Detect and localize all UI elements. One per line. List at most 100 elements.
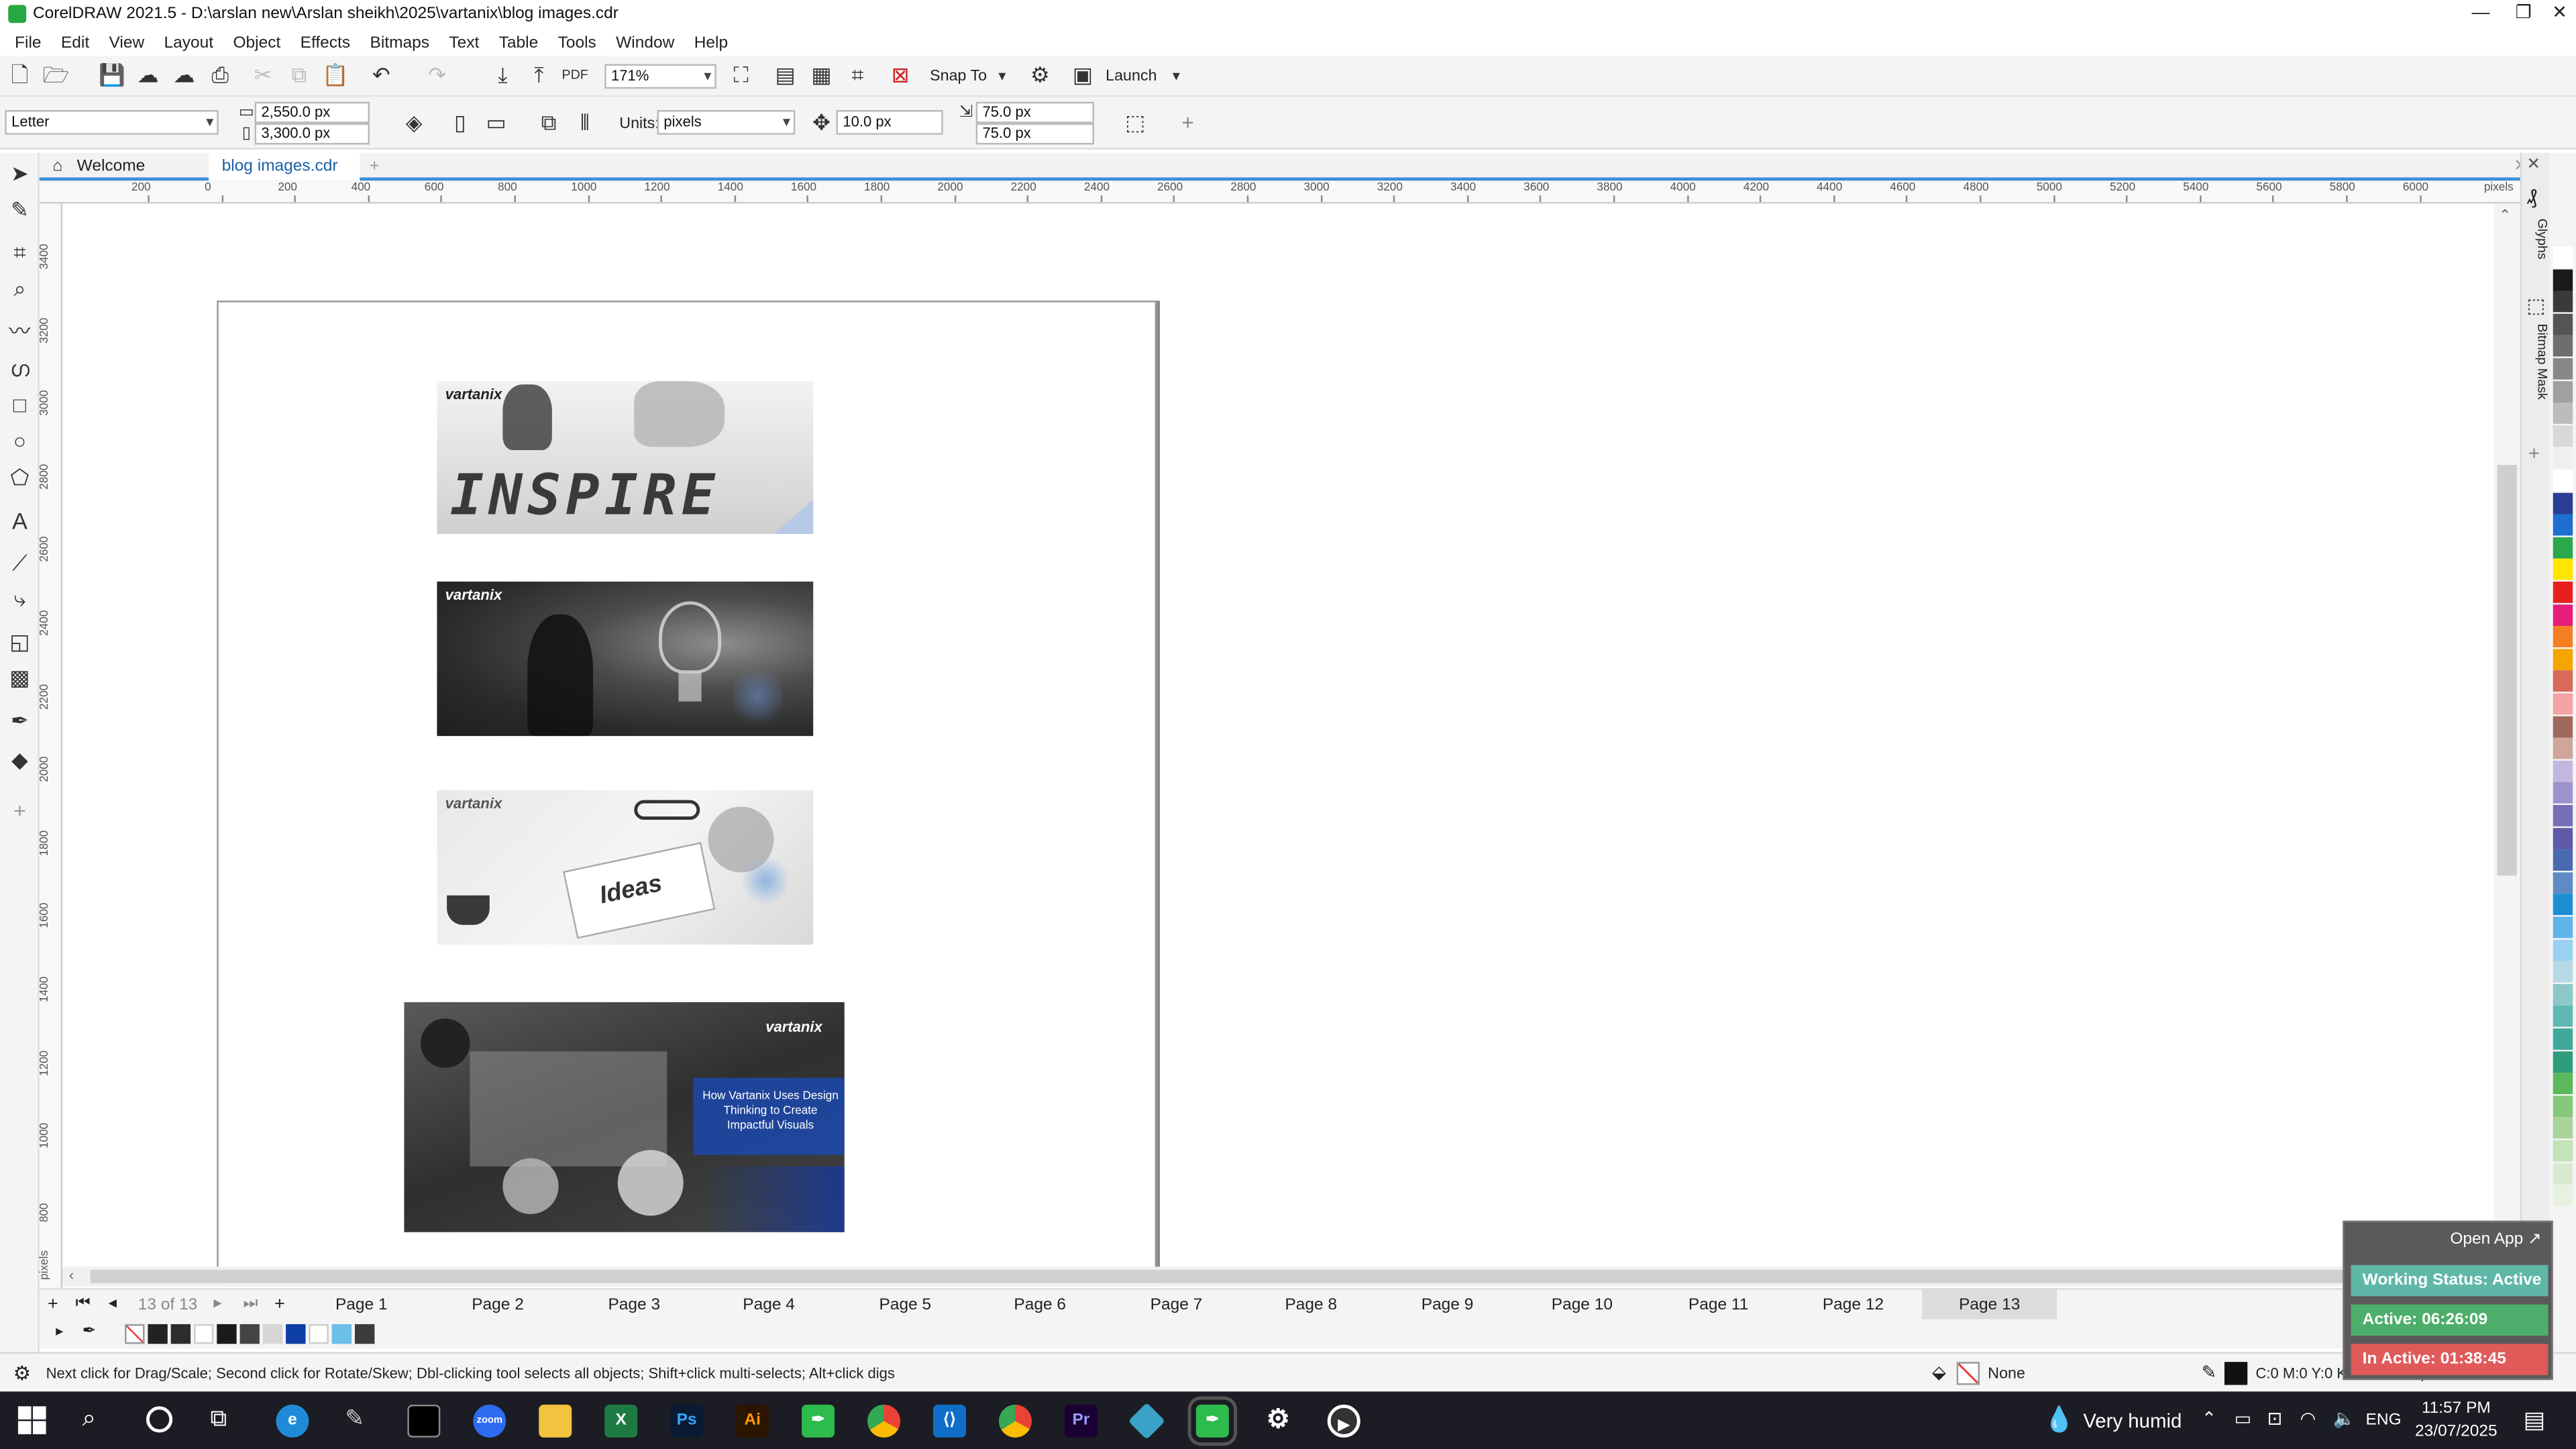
swatch-dark-3[interactable] [239,1324,260,1344]
palette-swatch-13[interactable] [2553,537,2573,559]
page-height-field[interactable]: 3,300.0 px [254,123,370,145]
page-tab-5[interactable]: Page 5 [838,1289,973,1321]
paste-icon[interactable]: 📋 [322,62,349,89]
tab-blog-images[interactable]: blog images.cdr [209,152,360,181]
palette-swatch-39[interactable] [2553,1118,2573,1140]
palette-swatch-16[interactable] [2553,604,2573,626]
page-tab-3[interactable]: Page 3 [567,1289,702,1321]
menu-window[interactable]: Window [616,34,674,52]
page-tab-7[interactable]: Page 7 [1109,1289,1244,1321]
language-indicator[interactable]: ENG [2366,1411,2402,1430]
portrait-icon[interactable]: ▯ [447,110,473,136]
palette-swatch-29[interactable] [2553,894,2573,916]
palette-swatch-40[interactable] [2553,1140,2573,1162]
palette-swatch-12[interactable] [2553,514,2573,536]
palette-swatch-42[interactable] [2553,1185,2573,1207]
weather-text[interactable]: Very humid [2083,1409,2182,1432]
artistic-media-tool-icon[interactable]: ഗ [7,356,33,382]
add-property-icon[interactable]: + [1175,110,1201,136]
image-design-thinking[interactable]: vartanix How Vartanix Uses Design Thinki… [404,1002,845,1232]
palette-swatch-41[interactable] [2553,1162,2573,1184]
swatch-white-2[interactable] [309,1324,329,1344]
palette-swatch-36[interactable] [2553,1051,2573,1073]
page-tab-4[interactable]: Page 4 [702,1289,837,1321]
swatch-black[interactable] [148,1324,168,1344]
fill-none-swatch[interactable] [1956,1362,1980,1385]
palette-swatch-1[interactable] [2553,268,2573,290]
app-diamond-icon[interactable] [1128,1402,1166,1440]
wifi-icon[interactable]: ◠ [2300,1408,2316,1429]
settings-icon[interactable]: ⚙ [1262,1405,1295,1438]
page-tab-6[interactable]: Page 6 [973,1289,1108,1321]
swatch-light-blue[interactable] [331,1324,352,1344]
options-gear-icon[interactable]: ⚙ [1027,62,1053,89]
palette-swatch-3[interactable] [2553,313,2573,335]
page-tab-1[interactable]: Page 1 [294,1289,429,1321]
add-tool-icon[interactable]: + [7,798,33,824]
apply-size-all-pages-icon[interactable]: ◈ [401,110,427,136]
palette-swatch-4[interactable] [2553,335,2573,358]
palette-swatch-15[interactable] [2553,581,2573,603]
treat-as-filled-icon[interactable]: ⬚ [1122,110,1148,136]
palette-swatch-21[interactable] [2553,715,2573,737]
zoom-app-icon[interactable]: zoom [473,1404,506,1438]
show-rulers-icon[interactable]: ▤ [772,62,798,89]
palette-swatch-22[interactable] [2553,738,2573,759]
palette-swatch-0[interactable] [2553,246,2573,268]
cut-icon[interactable]: ✂ [250,62,276,89]
cloud-upload-icon[interactable]: ☁ [135,62,161,89]
current-page-icon[interactable]: ⫴ [572,110,598,136]
publish-pdf-icon[interactable]: PDF [562,62,588,89]
palette-swatch-31[interactable] [2553,938,2573,961]
palette-swatch-20[interactable] [2553,693,2573,715]
menu-effects[interactable]: Effects [301,34,350,52]
swatch-none[interactable] [125,1324,145,1344]
palette-swatch-32[interactable] [2553,961,2573,983]
file-explorer-icon[interactable] [539,1404,572,1438]
full-screen-icon[interactable]: ⛶ [728,62,754,89]
landscape-icon[interactable]: ▭ [483,110,509,136]
vertical-scroll-thumb[interactable] [2497,465,2517,876]
export-icon[interactable]: ⤒ [526,62,552,89]
clock-date[interactable]: 23/07/2025 [2415,1423,2498,1441]
coreldraw-taskbar-icon[interactable]: ✒ [802,1404,835,1438]
drop-shadow-tool-icon[interactable]: ◱ [7,629,33,655]
add-page-before-icon[interactable]: + [48,1295,58,1314]
page-tab-2[interactable]: Page 2 [431,1289,566,1321]
undo-icon[interactable]: ↶ [368,62,394,89]
image-inspire[interactable]: vartanix INSPIRE [437,381,814,534]
chrome-profile-icon[interactable] [998,1404,1032,1438]
save-icon[interactable]: 💾 [99,62,125,89]
shape-tool-icon[interactable]: ✎ [7,197,33,223]
menu-text[interactable]: Text [449,34,479,52]
add-docker-icon[interactable]: + [2528,442,2540,465]
edge-browser-icon[interactable]: e [276,1404,309,1438]
close-docker-icon[interactable]: ✕ [2527,156,2541,174]
transparency-tool-icon[interactable]: ▩ [7,665,33,692]
palette-swatch-33[interactable] [2553,983,2573,1006]
copy-icon[interactable]: ⧉ [286,62,312,89]
units-select[interactable]: pixels [657,110,796,135]
clock-time[interactable]: 11:57 PM [2422,1400,2491,1418]
menu-file[interactable]: File [15,34,41,52]
vscode-icon[interactable]: ⟨⟩ [933,1404,967,1438]
terminal-icon[interactable] [407,1404,441,1438]
connector-tool-icon[interactable]: ⤷ [7,586,33,612]
bitmap-mask-icon[interactable]: ⬚ [2527,294,2546,317]
prev-page-icon[interactable]: ◂ [109,1295,117,1313]
interactive-fill-tool-icon[interactable]: ◆ [7,747,33,773]
palette-swatch-23[interactable] [2553,760,2573,782]
text-tool-icon[interactable]: A [7,508,33,534]
scroll-left-icon[interactable]: ‹ [69,1267,74,1283]
media-player-icon[interactable]: ▶ [1327,1404,1360,1438]
menu-table[interactable]: Table [499,34,539,52]
pick-tool-icon[interactable]: ➤ [7,161,33,187]
meet-now-icon[interactable]: ▭ [2235,1408,2251,1429]
open-folder-icon[interactable]: 🗁 [43,62,69,89]
menu-edit[interactable]: Edit [61,34,89,52]
minimize-button[interactable]: — [2459,0,2502,30]
menu-view[interactable]: View [109,34,145,52]
launch-icon[interactable]: ▣ [1069,62,1095,89]
page-tab-11[interactable]: Page 11 [1651,1289,1786,1321]
swatch-blue[interactable] [286,1324,306,1344]
